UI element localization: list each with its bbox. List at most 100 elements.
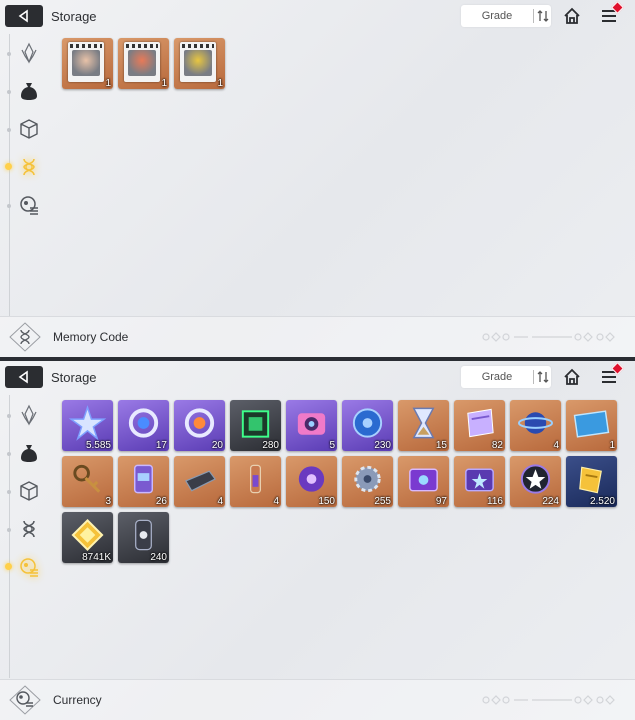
category-currency-icon[interactable]: [18, 194, 40, 216]
item-count: 150: [318, 496, 335, 507]
vial-icon: [249, 464, 262, 494]
rail-dot: [7, 90, 11, 94]
sort-order-icon[interactable]: [535, 8, 551, 24]
item-slot-blue-disc[interactable]: 230: [342, 400, 393, 451]
item-count: 1: [105, 78, 111, 89]
header-bar: Storage Grade: [0, 361, 635, 395]
gold-diamond-icon: [71, 518, 104, 552]
divider: [533, 9, 534, 23]
item-count: 116: [487, 496, 503, 507]
rail-dot: [7, 528, 11, 532]
item-slot-key-chain[interactable]: 3: [62, 456, 113, 507]
page-title: Storage: [51, 9, 97, 24]
gold-coin-stack-icon: [579, 466, 602, 494]
item-slot-memory-code-3[interactable]: 1: [174, 38, 225, 89]
back-arrow-icon: [18, 9, 28, 23]
category-bag-icon[interactable]: [18, 80, 40, 102]
divider: [533, 370, 534, 384]
item-slot-canister[interactable]: 26: [118, 456, 169, 507]
item-count: 4: [553, 440, 559, 451]
active-rail-dot: [5, 563, 12, 570]
item-slot-black-device[interactable]: 4: [174, 456, 225, 507]
item-slot-green-cube[interactable]: 280: [230, 400, 281, 451]
item-slot-gear[interactable]: 255: [342, 456, 393, 507]
ring-orange-icon: [184, 408, 215, 438]
memory-code-footer-icon: [9, 322, 41, 352]
item-count: 82: [491, 440, 503, 451]
grade-label: Grade: [481, 371, 513, 383]
dark-star-chip-icon: [520, 464, 551, 494]
item-count: 2.520: [589, 496, 615, 507]
category-memory-code-icon[interactable]: [18, 518, 40, 540]
back-button[interactable]: [5, 366, 43, 388]
gear-icon: [354, 465, 381, 493]
item-count: 26: [155, 496, 167, 507]
footer-bar: Currency: [0, 679, 635, 720]
rail-dot: [7, 490, 11, 494]
item-slot-camera[interactable]: 5: [286, 400, 337, 451]
sort-order-icon[interactable]: [535, 369, 551, 385]
item-slot-dark-star-chip[interactable]: 224: [510, 456, 561, 507]
memory-card-icon: [68, 42, 104, 82]
crystal-star-icon: [68, 405, 107, 441]
rail-dot: [7, 52, 11, 56]
item-count: 4: [273, 496, 279, 507]
category-cube-icon[interactable]: [18, 118, 40, 140]
storage-panel-memory-code: Storage Grade 1 1 1 Memory Code: [0, 0, 635, 357]
home-icon[interactable]: [563, 368, 581, 386]
item-slot-purple-box[interactable]: 97: [398, 456, 449, 507]
footer-category-label: Memory Code: [53, 330, 129, 344]
item-slot-dark-capsule[interactable]: 240: [118, 512, 169, 563]
item-count: 4: [217, 496, 223, 507]
item-slot-star-box[interactable]: 116: [454, 456, 505, 507]
purple-box-icon: [409, 468, 438, 492]
item-slot-blueprint[interactable]: 1: [566, 400, 617, 451]
item-slot-vial[interactable]: 4: [230, 456, 281, 507]
category-all-crystal-icon[interactable]: [18, 404, 40, 426]
item-slot-ticket[interactable]: 82: [454, 400, 505, 451]
canister-icon: [133, 464, 154, 494]
category-bag-icon[interactable]: [18, 442, 40, 464]
grade-sort-button[interactable]: Grade: [461, 5, 551, 27]
item-slot-memory-code-2[interactable]: 1: [118, 38, 169, 89]
item-count: 5: [329, 440, 335, 451]
item-slot-planet-orb[interactable]: 4: [510, 400, 561, 451]
purple-flower-icon: [298, 466, 325, 492]
category-memory-code-icon[interactable]: [18, 156, 40, 178]
category-sidebar: [0, 34, 50, 316]
item-count: 5.585: [85, 440, 111, 451]
grade-label: Grade: [481, 10, 513, 22]
blueprint-icon: [573, 410, 610, 438]
item-slot-ring-blue[interactable]: 17: [118, 400, 169, 451]
home-icon[interactable]: [563, 7, 581, 25]
item-count: 97: [435, 496, 447, 507]
active-rail-dot: [5, 163, 12, 170]
category-cube-icon[interactable]: [18, 480, 40, 502]
item-slot-purple-flower[interactable]: 150: [286, 456, 337, 507]
star-box-icon: [465, 468, 494, 492]
back-button[interactable]: [5, 5, 43, 27]
memory-card-icon: [124, 42, 160, 82]
category-currency-icon[interactable]: [18, 556, 40, 578]
item-count: 8741K: [82, 552, 111, 563]
item-count: 20: [211, 440, 223, 451]
item-count: 224: [542, 496, 559, 507]
planet-orb-icon: [517, 412, 554, 434]
rail-dot: [7, 452, 11, 456]
item-slot-memory-code-1[interactable]: 1: [62, 38, 113, 89]
black-device-icon: [185, 470, 216, 492]
hourglass-icon: [412, 407, 435, 439]
item-slot-gold-diamond[interactable]: 8741K: [62, 512, 113, 563]
category-all-crystal-icon[interactable]: [18, 42, 40, 64]
item-count: 17: [155, 440, 167, 451]
grade-sort-button[interactable]: Grade: [461, 366, 551, 388]
item-slot-crystal-star[interactable]: 5.585: [62, 400, 113, 451]
sidebar-rail: [9, 34, 10, 316]
footer-bar: Memory Code: [0, 316, 635, 357]
item-slot-gold-coin-stack[interactable]: 2.520: [566, 456, 617, 507]
item-slot-hourglass[interactable]: 15: [398, 400, 449, 451]
item-slot-ring-orange[interactable]: 20: [174, 400, 225, 451]
item-count: 15: [435, 440, 447, 451]
item-count: 3: [105, 496, 111, 507]
item-count: 1: [161, 78, 167, 89]
